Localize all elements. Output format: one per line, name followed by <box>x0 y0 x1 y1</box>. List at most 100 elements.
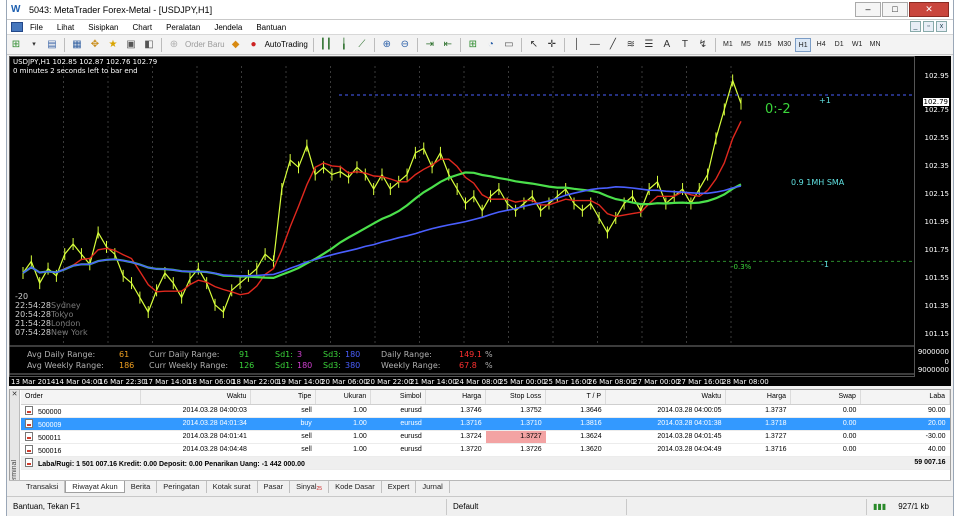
autotrading-button[interactable]: AutoTrading <box>263 37 310 53</box>
plus-one-label: +1 <box>819 96 831 105</box>
terminal-icon[interactable]: ▣ <box>123 37 139 53</box>
menu-bar: File Lihat Sisipkan Chart Peralatan Jend… <box>7 20 953 35</box>
menu-window[interactable]: Jendela <box>207 20 249 35</box>
profile-name[interactable]: Default <box>447 498 627 515</box>
arrows-icon[interactable]: ↯ <box>695 37 711 53</box>
templates-icon[interactable]: ▭ <box>501 37 517 53</box>
table-cell: eurusd <box>370 417 426 431</box>
crosshair-icon[interactable]: ✛ <box>544 37 560 53</box>
tab-account-history[interactable]: Riwayat Akun <box>65 481 125 493</box>
close-button[interactable]: ✕ <box>909 2 949 17</box>
mdi-restore-button[interactable]: ▫ <box>923 21 934 32</box>
metaeditor-icon[interactable]: ◆ <box>228 37 244 53</box>
menu-insert[interactable]: Sisipkan <box>81 20 125 35</box>
order-id-cell: 500009 <box>21 417 141 431</box>
maximize-button[interactable]: □ <box>882 2 908 17</box>
timeframe-mn[interactable]: MN <box>867 38 883 52</box>
timeframe-d1[interactable]: D1 <box>831 38 847 52</box>
text-label-icon[interactable]: T <box>677 37 693 53</box>
candlestick-icon[interactable]: ╽ <box>336 37 352 53</box>
profiles-icon[interactable]: ▤ <box>44 37 60 53</box>
session-level: 20:54:28 <box>15 310 51 319</box>
menu-view[interactable]: Lihat <box>50 20 81 35</box>
title-bar: W 5043: MetaTrader Forex-Metal - [USDJPY… <box>7 0 953 20</box>
new-order-button[interactable]: Order Baru <box>183 37 227 53</box>
menu-charts[interactable]: Chart <box>126 20 160 35</box>
table-row-selected[interactable]: 500009 2014.03.28 04:01:34 buy 1.00 euru… <box>21 417 950 431</box>
tab-experts[interactable]: Expert <box>382 481 417 493</box>
tab-mailbox[interactable]: Kotak surat <box>207 481 258 493</box>
column-header[interactable]: Ukuran <box>315 390 372 405</box>
column-header[interactable]: T / P <box>545 390 607 405</box>
menu-tools[interactable]: Peralatan <box>159 20 207 35</box>
tester-icon[interactable]: ◧ <box>141 37 157 53</box>
timeframe-h1[interactable]: H1 <box>795 37 812 52</box>
tab-code-base[interactable]: Kode Dasar <box>329 481 382 493</box>
autoscroll-icon[interactable]: ⇥ <box>422 37 438 53</box>
text-icon[interactable]: A <box>659 37 675 53</box>
timeframe-h4[interactable]: H4 <box>813 38 829 52</box>
menu-file[interactable]: File <box>23 20 50 35</box>
table-cell: 40.00 <box>860 443 950 457</box>
market-watch-icon[interactable]: ▦ <box>69 37 85 53</box>
table-row[interactable]: 500000 2014.03.28 04:00:03 sell 1.00 eur… <box>21 404 950 418</box>
column-header[interactable]: Swap <box>790 390 861 405</box>
timeframe-m30[interactable]: M30 <box>776 38 794 52</box>
column-header[interactable]: Laba <box>860 390 951 405</box>
tab-signals[interactable]: Sinyal25 <box>290 481 330 493</box>
fibonacci-icon[interactable]: ☰ <box>641 37 657 53</box>
autotrading-icon[interactable]: ● <box>246 37 262 53</box>
y-tick: 102.75 <box>924 106 950 114</box>
tab-news[interactable]: Berita <box>125 481 158 493</box>
column-header[interactable]: Harga <box>425 390 487 405</box>
table-row[interactable]: 500016 2014.03.28 04:04:48 sell 1.00 eur… <box>21 443 950 457</box>
table-cell: eurusd <box>370 404 426 418</box>
vertical-line-icon[interactable]: │ <box>569 37 585 53</box>
terminal-window: W 5043: MetaTrader Forex-Metal - [USDJPY… <box>6 0 954 516</box>
chart-window-icon[interactable] <box>11 22 23 32</box>
navigator-icon[interactable]: ★ <box>105 37 121 53</box>
timeframe-w1[interactable]: W1 <box>849 38 865 52</box>
menu-help[interactable]: Bantuan <box>249 20 293 35</box>
mdi-minimize-button[interactable]: _ <box>910 21 921 32</box>
timeframe-m15[interactable]: M15 <box>756 38 774 52</box>
column-header[interactable]: Waktu <box>605 390 727 405</box>
subwindow-tick: 0 <box>944 358 949 366</box>
column-header[interactable]: Order <box>21 390 142 405</box>
mdi-close-button[interactable]: x <box>936 21 947 32</box>
zoom-in-icon[interactable]: ⊕ <box>379 37 395 53</box>
column-header[interactable]: Harga <box>725 390 791 405</box>
tab-trade[interactable]: Transaksi <box>20 481 66 493</box>
tab-market[interactable]: Pasar <box>258 481 291 493</box>
tab-journal[interactable]: Jurnal <box>416 481 450 493</box>
sd1-value: 3 <box>297 350 303 359</box>
close-terminal-icon[interactable]: ✕ <box>10 390 19 400</box>
periods-icon[interactable]: ◔ <box>483 37 499 53</box>
data-window-icon[interactable]: ✥ <box>87 37 103 53</box>
timeframe-m5[interactable]: M5 <box>738 38 754 52</box>
price-chart[interactable]: USDJPY,H1 102.85 102.87 102.76 102.79 0 … <box>9 56 951 386</box>
bar-chart-icon[interactable]: ┃┃ <box>318 37 334 53</box>
new-chart-icon[interactable]: ⊞ <box>8 37 24 53</box>
new-order-icon[interactable]: ⊕ <box>166 37 182 53</box>
chart-shift-icon[interactable]: ⇤ <box>440 37 456 53</box>
zoom-out-icon[interactable]: ⊖ <box>397 37 413 53</box>
table-cell: 1.3718 <box>725 417 791 431</box>
column-header[interactable]: Simbol <box>370 390 427 405</box>
indicators-icon[interactable]: ⊞ <box>465 37 481 53</box>
sd3-value: 380 <box>345 361 361 370</box>
minimize-button[interactable]: – <box>855 2 881 17</box>
cursor-icon[interactable]: ↖ <box>526 37 542 53</box>
chart-canvas[interactable] <box>9 56 951 386</box>
timeframe-m1[interactable]: M1 <box>720 38 736 52</box>
column-header[interactable]: Waktu <box>140 390 252 405</box>
column-header[interactable]: Stop Loss <box>485 390 547 405</box>
dropdown-arrow-icon[interactable]: ▾ <box>26 37 42 53</box>
line-chart-icon[interactable]: ⟋ <box>354 37 370 53</box>
column-header[interactable]: Tipe <box>250 390 317 405</box>
horizontal-line-icon[interactable]: — <box>587 37 603 53</box>
table-row[interactable]: 500011 2014.03.28 04:01:41 sell 1.00 eur… <box>21 430 950 444</box>
tab-alerts[interactable]: Peringatan <box>157 481 207 493</box>
equidistant-channel-icon[interactable]: ≋ <box>623 37 639 53</box>
trendline-icon[interactable]: ╱ <box>605 37 621 53</box>
